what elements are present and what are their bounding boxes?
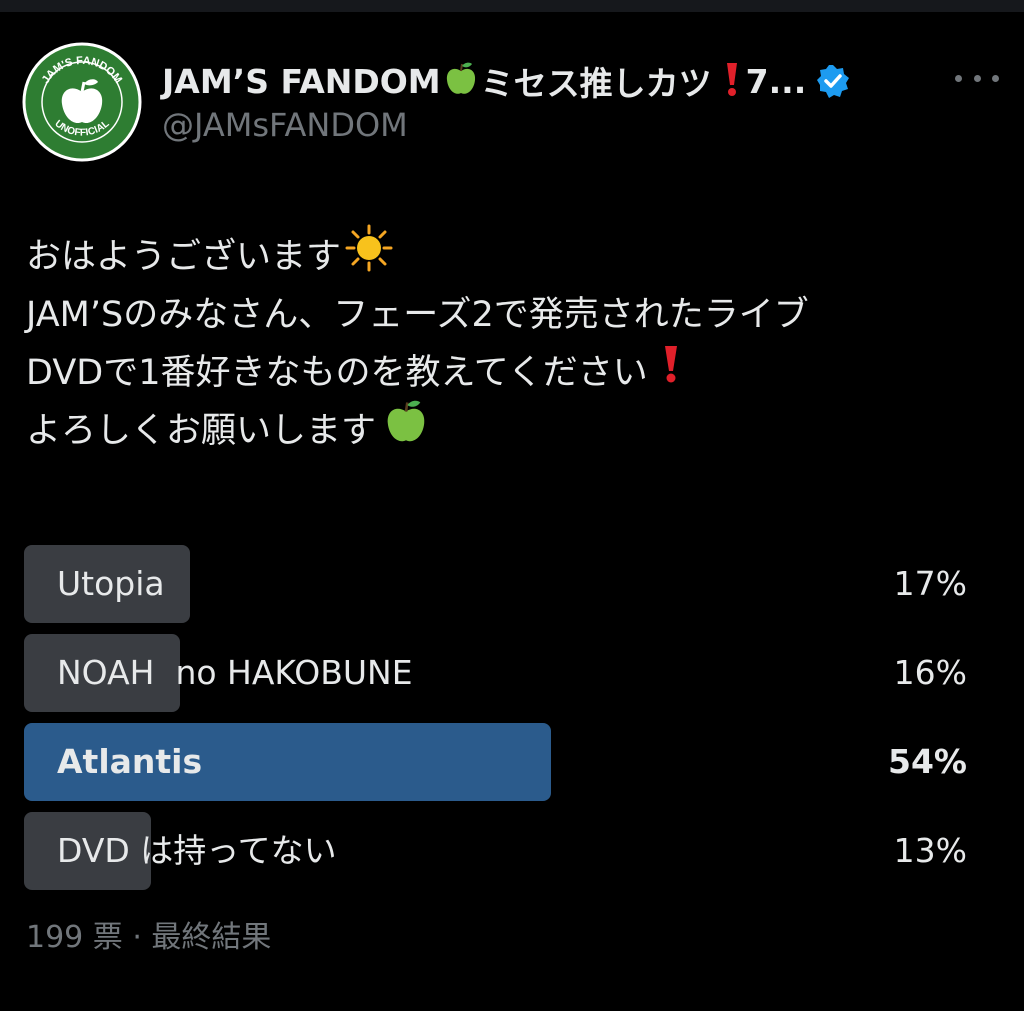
green-apple-icon: [441, 59, 481, 103]
avatar[interactable]: JAM'S FANDOM UNOFFICIAL: [22, 42, 142, 162]
author-name-tail[interactable]: 7...: [746, 62, 807, 101]
poll-option-percent: 54%: [888, 742, 967, 781]
more-options-button[interactable]: [955, 64, 999, 92]
poll-option-percent: 16%: [893, 653, 967, 692]
more-dot-icon: [992, 74, 999, 82]
poll-option[interactable]: Utopia 17%: [24, 545, 999, 623]
poll-footer: 199 票 · 最終結果: [26, 920, 272, 955]
tweet-text: おはようございます JAM’Sのみなさん、フェーズ2で発売されたライブ DVDで…: [26, 224, 1006, 460]
author-name-suffix[interactable]: ミセス推しカツ: [481, 57, 712, 105]
poll-option-percent: 17%: [893, 564, 967, 603]
red-exclamation-icon: [662, 344, 680, 402]
top-edge-bar: [0, 0, 1024, 12]
poll-option-winner[interactable]: Atlantis 54%: [24, 723, 999, 801]
poll-option-label: DVD は持ってない: [57, 831, 337, 870]
green-apple-icon: [380, 396, 432, 466]
more-dot-icon: [955, 74, 962, 82]
verified-badge-icon[interactable]: [816, 64, 850, 98]
author-name-row[interactable]: JAM’S FANDOM ミセス推しカツ 7...: [162, 56, 932, 106]
tweet-line-4: よろしくお願いします: [26, 411, 377, 451]
red-exclamation-icon: [724, 61, 740, 101]
poll-option[interactable]: NOAH no HAKOBUNE 16%: [24, 634, 999, 712]
tweet-line-3: DVDで1番好きなものを教えてください: [26, 353, 648, 393]
author-handle[interactable]: @JAMsFANDOM: [162, 106, 408, 144]
poll-option[interactable]: DVD は持ってない 13%: [24, 812, 999, 890]
tweet-line-2: JAM’Sのみなさん、フェーズ2で発売されたライブ: [26, 295, 809, 335]
more-dot-icon: [973, 74, 981, 82]
poll-option-percent: 13%: [893, 831, 967, 870]
sun-icon: [345, 224, 393, 290]
poll-option-label: Utopia: [57, 564, 165, 603]
author-name[interactable]: JAM’S FANDOM: [162, 62, 441, 101]
tweet-line-1: おはようございます: [26, 237, 342, 277]
poll-option-label: NOAH no HAKOBUNE: [57, 653, 413, 692]
poll-option-label: Atlantis: [57, 742, 203, 781]
